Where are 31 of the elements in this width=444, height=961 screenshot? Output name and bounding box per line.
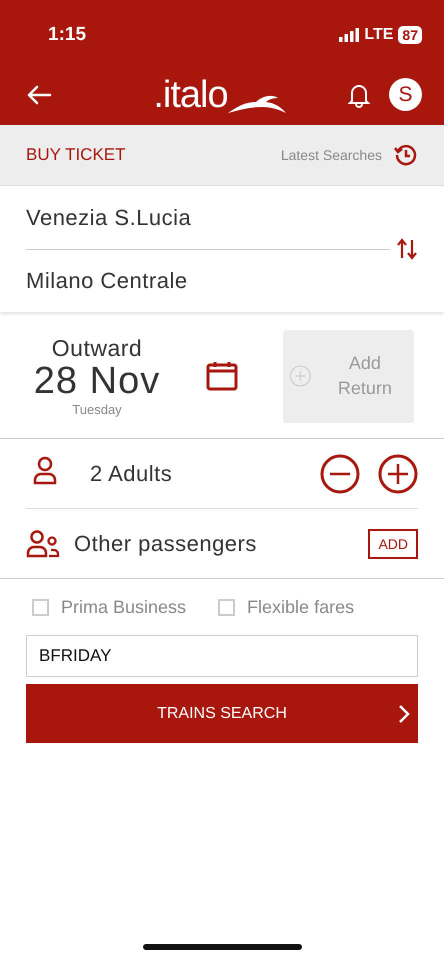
increase-button[interactable] — [378, 454, 418, 494]
back-arrow-icon[interactable] — [26, 84, 52, 104]
calendar-icon[interactable] — [206, 361, 238, 391]
decrease-button[interactable] — [320, 454, 360, 494]
other-passengers-label: Other passengers — [74, 530, 257, 556]
swap-icon[interactable] — [396, 238, 418, 260]
signal-icon — [339, 28, 360, 42]
chevron-icon — [398, 704, 410, 724]
person-icon — [32, 456, 58, 486]
outward-label: Outward — [52, 335, 142, 362]
avatar[interactable]: S — [389, 78, 422, 111]
history-icon[interactable] — [394, 143, 418, 167]
plus-circle-icon — [289, 364, 312, 388]
logo: .italo — [153, 76, 228, 114]
departure-station[interactable]: Venezia S.Lucia — [26, 186, 390, 250]
promo-code-field[interactable]: BFRIDAY — [26, 635, 418, 677]
network-label: LTE — [364, 26, 394, 44]
section-title: BUY TICKET — [26, 145, 127, 165]
trains-search-button[interactable]: TRAINS SEARCH — [26, 684, 418, 743]
add-passenger-button[interactable]: ADD — [368, 528, 418, 558]
group-icon — [26, 530, 60, 558]
adults-count: 2 Adults — [90, 460, 172, 486]
checkbox-label: Prima Business — [61, 596, 186, 618]
checkbox[interactable] — [32, 598, 49, 616]
battery-level: 87 — [398, 26, 422, 44]
weekday-label: Tuesday — [72, 402, 122, 417]
outward-date[interactable]: 28 Nov — [34, 362, 160, 402]
arrival-station[interactable]: Milano Centrale — [26, 250, 390, 312]
checkbox-label: Flexible fares — [247, 596, 354, 618]
checkbox[interactable] — [218, 598, 236, 616]
status-time: 1:15 — [48, 24, 86, 46]
